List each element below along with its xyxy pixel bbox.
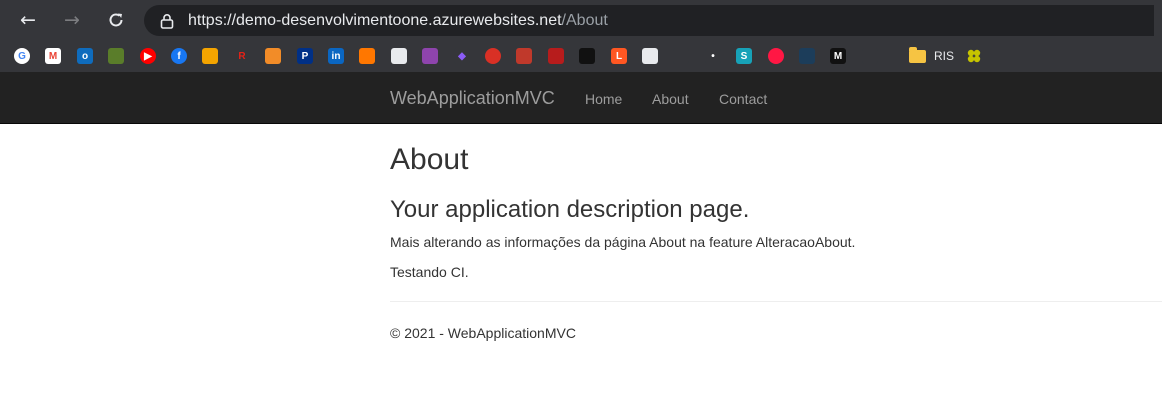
dark-blue-icon[interactable] [799, 48, 815, 64]
violet-diamond-icon[interactable]: ◆ [454, 48, 470, 64]
url-path: /About [561, 12, 608, 29]
facebook-icon[interactable]: f [171, 48, 187, 64]
url-host: https://demo-desenvolvimentoone.azureweb… [188, 12, 562, 29]
red-r-icon[interactable]: R [234, 48, 250, 64]
folder-icon [909, 46, 926, 63]
footer-copyright: © 2021 - WebApplicationMVC [390, 325, 576, 341]
linkedin-icon[interactable]: in [328, 48, 344, 64]
back-arrow-icon[interactable]: ← [16, 8, 40, 32]
lock-icon[interactable] [160, 13, 174, 29]
green-box-icon[interactable] [108, 48, 124, 64]
paypal-icon[interactable]: P [297, 48, 313, 64]
description-paragraph: Mais alterando as informações da página … [390, 234, 856, 250]
url-text[interactable]: https://demo-desenvolvimentoone.azureweb… [188, 11, 608, 31]
bookmark-folder-ris[interactable]: RIS [909, 46, 955, 64]
reload-icon[interactable] [104, 8, 128, 32]
outlook-icon[interactable]: o [77, 48, 93, 64]
gmail-icon[interactable]: M [45, 48, 61, 64]
pink-circle-icon[interactable] [768, 48, 784, 64]
nav-link-home[interactable]: Home [585, 90, 622, 108]
site-navbar: WebApplicationMVC Home About Contact [0, 72, 1162, 124]
nav-link-contact[interactable]: Contact [719, 90, 767, 108]
address-bar[interactable]: https://demo-desenvolvimentoone.azureweb… [144, 5, 1154, 36]
orange-l-icon[interactable]: L [611, 48, 627, 64]
navbar-brand-link[interactable]: WebApplicationMVC [390, 88, 555, 108]
orange-logo-icon[interactable] [202, 48, 218, 64]
page-title: About [390, 143, 469, 176]
browser-toolbar: ← → https://demo-desenvolvimentoone.azur… [0, 0, 1162, 40]
red-circle-icon[interactable] [485, 48, 501, 64]
soundcloud-icon[interactable] [359, 48, 375, 64]
orange-box-icon[interactable] [265, 48, 281, 64]
bookmarks-bar: M S • L ◆ in P Rf ▶ o M G RIS [0, 40, 1162, 72]
white-logo-icon[interactable] [391, 48, 407, 64]
yellow-flower-icon[interactable] [966, 48, 982, 64]
youtube-icon[interactable]: ▶ [140, 48, 156, 64]
purple-logo-icon[interactable] [422, 48, 438, 64]
page-subtitle: Your application description page. [390, 196, 750, 223]
white-dot-icon[interactable]: • [705, 48, 721, 64]
red-white-logo-icon[interactable] [516, 48, 532, 64]
huawei-icon[interactable] [862, 48, 878, 64]
white-ball-icon[interactable] [642, 48, 658, 64]
folder-label: RIS [934, 49, 955, 63]
ci-paragraph: Testando CI. [390, 264, 469, 280]
black-logo-icon[interactable] [579, 48, 595, 64]
green-leaf-icon[interactable] [673, 48, 689, 64]
m-logo-icon[interactable]: M [830, 48, 846, 64]
nav-link-about[interactable]: About [652, 90, 689, 108]
forward-arrow-icon[interactable]: → [60, 8, 84, 32]
cyan-s-icon[interactable]: S [736, 48, 752, 64]
red-stripes-icon[interactable] [548, 48, 564, 64]
google-icon[interactable]: G [14, 48, 30, 64]
footer-divider [390, 301, 1162, 302]
